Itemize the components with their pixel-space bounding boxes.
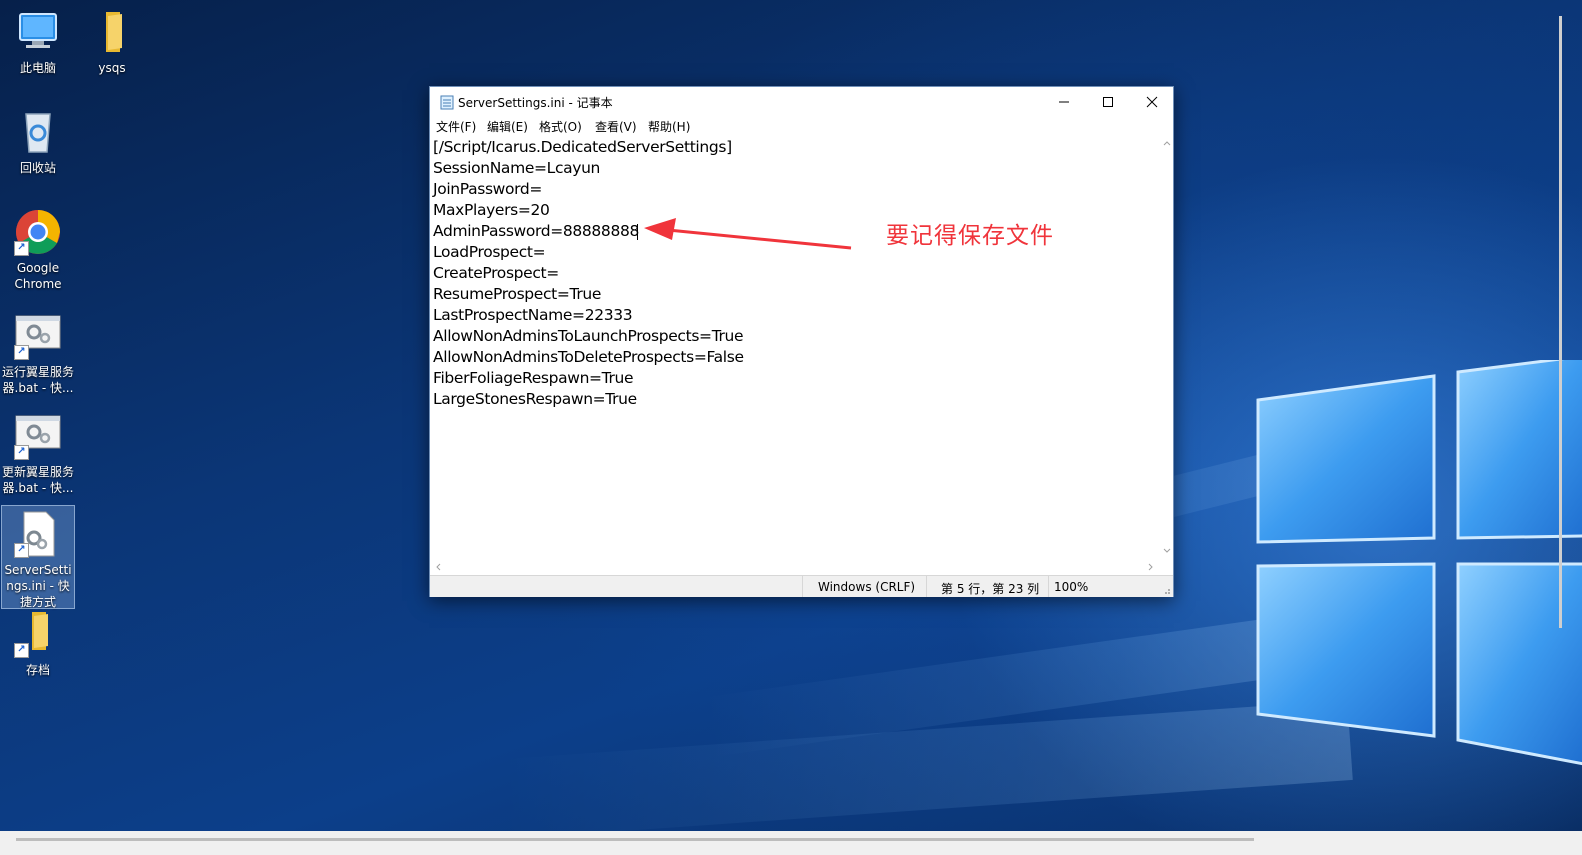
desktop-icon-serversettings-shortcut[interactable]: ↗ ServerSettings.ini - 快捷方式	[1, 505, 75, 609]
folder-icon: ↗	[14, 610, 62, 658]
desktop-icon-recycle-bin[interactable]: 回收站	[2, 108, 74, 176]
horizontal-scrollbar[interactable]	[430, 559, 1161, 575]
vertical-scrollbar[interactable]	[1161, 135, 1173, 559]
shortcut-arrow-icon: ↗	[14, 241, 29, 256]
desktop-icon-label: ServerSettings.ini - 快捷方式	[4, 563, 72, 609]
shortcut-arrow-icon: ↗	[14, 543, 29, 558]
text-line: LargeStonesRespawn=True	[433, 390, 637, 408]
desktop-icon-label: Google Chrome	[14, 261, 62, 291]
menu-view[interactable]: 查看(V)	[595, 118, 637, 135]
text-line: LoadProspect=	[433, 243, 546, 261]
maximize-icon	[1103, 97, 1113, 107]
desktop-icon-google-chrome[interactable]: ↗ Google Chrome	[2, 208, 74, 292]
shortcut-arrow-icon: ↗	[14, 345, 29, 360]
minimize-icon	[1059, 101, 1069, 103]
scroll-up-arrow-icon[interactable]	[1161, 137, 1173, 149]
notepad-icon	[440, 95, 454, 110]
menu-help[interactable]: 帮助(H)	[648, 118, 690, 135]
computer-icon	[14, 8, 62, 56]
text-line: MaxPlayers=20	[433, 201, 550, 219]
resize-grip-icon[interactable]	[1161, 585, 1171, 595]
status-separator	[802, 576, 803, 597]
desktop-icon-update-server-bat[interactable]: ↗ 更新翼星服务器.bat - 快...	[2, 412, 74, 496]
status-cursor-position: 第 5 行，第 23 列	[941, 582, 1040, 596]
text-line: ResumeProspect=True	[433, 285, 602, 303]
text-line: SessionName=Lcayun	[433, 159, 601, 177]
status-separator	[1048, 576, 1049, 597]
shortcut-arrow-icon: ↗	[14, 445, 29, 460]
recycle-bin-icon	[14, 108, 62, 156]
notepad-window: ServerSettings.ini - 记事本 文件(F) 编辑(E) 格式(…	[429, 86, 1174, 597]
desktop-vertical-scrollbar[interactable]	[1555, 0, 1565, 640]
status-line-ending: Windows (CRLF)	[818, 580, 916, 594]
settings-file-icon: ↗	[14, 510, 62, 558]
text-line: AdminPassword=88888888	[433, 222, 639, 240]
text-line: AllowNonAdminsToLaunchProspects=True	[433, 327, 744, 345]
text-editor[interactable]: [/Script/Icarus.DedicatedServerSettings]…	[430, 135, 1161, 559]
scroll-right-arrow-icon[interactable]	[1145, 561, 1157, 573]
annotation-text: 要记得保存文件	[886, 223, 1054, 249]
text-line: [/Script/Icarus.DedicatedServerSettings]	[433, 138, 732, 156]
batch-file-icon: ↗	[14, 312, 62, 360]
desktop-icon-label: 运行翼星服务器.bat - 快...	[2, 365, 75, 395]
scroll-down-arrow-icon[interactable]	[1161, 545, 1173, 557]
menu-file[interactable]: 文件(F)	[436, 118, 476, 135]
desktop-icon-ysqs-folder[interactable]: ysqs	[76, 8, 148, 76]
shortcut-arrow-icon: ↗	[14, 643, 29, 658]
desktop-horizontal-scrollbar[interactable]	[0, 831, 1582, 855]
title-bar[interactable]: ServerSettings.ini - 记事本	[430, 87, 1173, 117]
text-line: CreateProspect=	[433, 264, 559, 282]
desktop-icon-label: 更新翼星服务器.bat - 快...	[2, 465, 75, 495]
text-line: AllowNonAdminsToDeleteProspects=False	[433, 348, 744, 366]
text-line: JoinPassword=	[433, 180, 543, 198]
window-title: ServerSettings.ini - 记事本	[458, 96, 613, 110]
text-line: LastProspectName=22333	[433, 306, 633, 324]
folder-icon	[88, 8, 136, 56]
minimize-button[interactable]	[1041, 87, 1087, 117]
text-caret	[637, 224, 638, 240]
scrollbar-thumb[interactable]	[16, 838, 1254, 841]
menu-edit[interactable]: 编辑(E)	[487, 118, 528, 135]
desktop-icon-save-folder[interactable]: ↗ 存档	[2, 610, 74, 678]
status-separator	[926, 576, 927, 597]
batch-file-icon: ↗	[14, 412, 62, 460]
scroll-left-arrow-icon[interactable]	[432, 561, 444, 573]
desktop-icon-label: 此电脑	[19, 61, 56, 75]
desktop-icon-label: 回收站	[19, 161, 56, 175]
maximize-button[interactable]	[1085, 87, 1131, 117]
menu-format[interactable]: 格式(O)	[539, 118, 582, 135]
desktop-icon-label: 存档	[25, 663, 50, 677]
text-line: FiberFoliageRespawn=True	[433, 369, 634, 387]
desktop-icon-this-pc[interactable]: 此电脑	[2, 8, 74, 76]
windows-logo	[1256, 360, 1582, 766]
status-zoom: 100%	[1054, 580, 1089, 594]
close-button[interactable]	[1129, 87, 1175, 117]
chrome-icon: ↗	[14, 208, 62, 256]
status-bar: Windows (CRLF) 第 5 行，第 23 列 100%	[430, 575, 1173, 597]
close-icon	[1146, 96, 1158, 108]
desktop-icon-label: ysqs	[98, 61, 126, 75]
desktop-icon-run-server-bat[interactable]: ↗ 运行翼星服务器.bat - 快...	[2, 312, 74, 396]
scrollbar-thumb[interactable]	[1559, 16, 1562, 628]
menu-bar: 文件(F) 编辑(E) 格式(O) 查看(V) 帮助(H)	[430, 117, 1173, 135]
